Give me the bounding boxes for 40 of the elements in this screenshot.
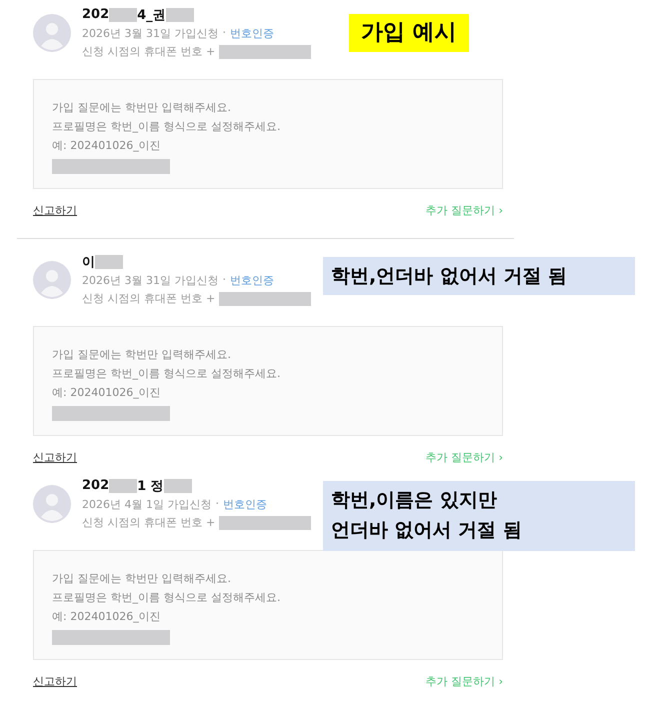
- avatar-icon: [33, 485, 71, 523]
- answer-text: 예: 202401026_이진: [52, 138, 162, 154]
- member-name: 4_권: [137, 6, 166, 24]
- redaction-block: [109, 478, 138, 492]
- report-link[interactable]: 신고하기: [33, 203, 77, 218]
- separator-dot: ·: [222, 273, 226, 288]
- answer-text: 프로필명은 학번_이름 형식으로 설정해주세요.: [52, 366, 282, 382]
- separator-dot: ·: [222, 26, 226, 41]
- redaction-block: [166, 8, 194, 22]
- redaction-block: [95, 254, 123, 268]
- separator-dot: ·: [215, 497, 219, 512]
- answer-text: 가입 질문에는 학번만 입력해주세요.: [52, 571, 232, 587]
- answer-text: 가입 질문에는 학번만 입력해주세요.: [52, 347, 232, 363]
- answer-text: 예: 202401026_이진: [52, 609, 162, 625]
- answer-text: 예: 202401026_이진: [52, 385, 162, 401]
- report-link[interactable]: 신고하기: [33, 450, 77, 465]
- application-date: 2026년 4월 1일 가입신청: [82, 497, 212, 512]
- annotation-callout: 가입 예시: [349, 14, 469, 52]
- phone-label: 신청 시점의 휴대폰 번호 +: [82, 515, 216, 530]
- report-link[interactable]: 신고하기: [33, 674, 77, 689]
- answer-text: 가입 질문에는 학번만 입력해주세요.: [52, 100, 232, 116]
- member-name: 1 정: [137, 478, 164, 494]
- verification-label: 번호인증: [230, 26, 274, 41]
- annotation-callout: 학번,이름은 있지만 언더바 없어서 거절 됨: [323, 481, 635, 551]
- application-date: 2026년 3월 31일 가입신청: [82, 273, 218, 288]
- redaction-block: [109, 8, 138, 22]
- application-date: 2026년 3월 31일 가입신청: [82, 26, 218, 41]
- verification-label: 번호인증: [222, 497, 267, 512]
- redaction-block: [164, 478, 192, 492]
- phone-label: 신청 시점의 휴대폰 번호 +: [82, 44, 216, 59]
- avatar-icon: [33, 261, 71, 299]
- verification-label: 번호인증: [230, 273, 274, 288]
- member-name: 202: [82, 7, 110, 22]
- member-name: 이: [82, 254, 95, 270]
- answer-text: 프로필명은 학번_이름 형식으로 설정해주세요.: [52, 119, 282, 135]
- member-name: 202: [82, 478, 110, 493]
- phone-label: 신청 시점의 휴대폰 번호 +: [82, 291, 216, 306]
- avatar-icon: [33, 14, 71, 52]
- annotation-callout: 학번,언더바 없어서 거절 됨: [323, 257, 635, 295]
- answer-text: 프로필명은 학번_이름 형식으로 설정해주세요.: [52, 590, 282, 606]
